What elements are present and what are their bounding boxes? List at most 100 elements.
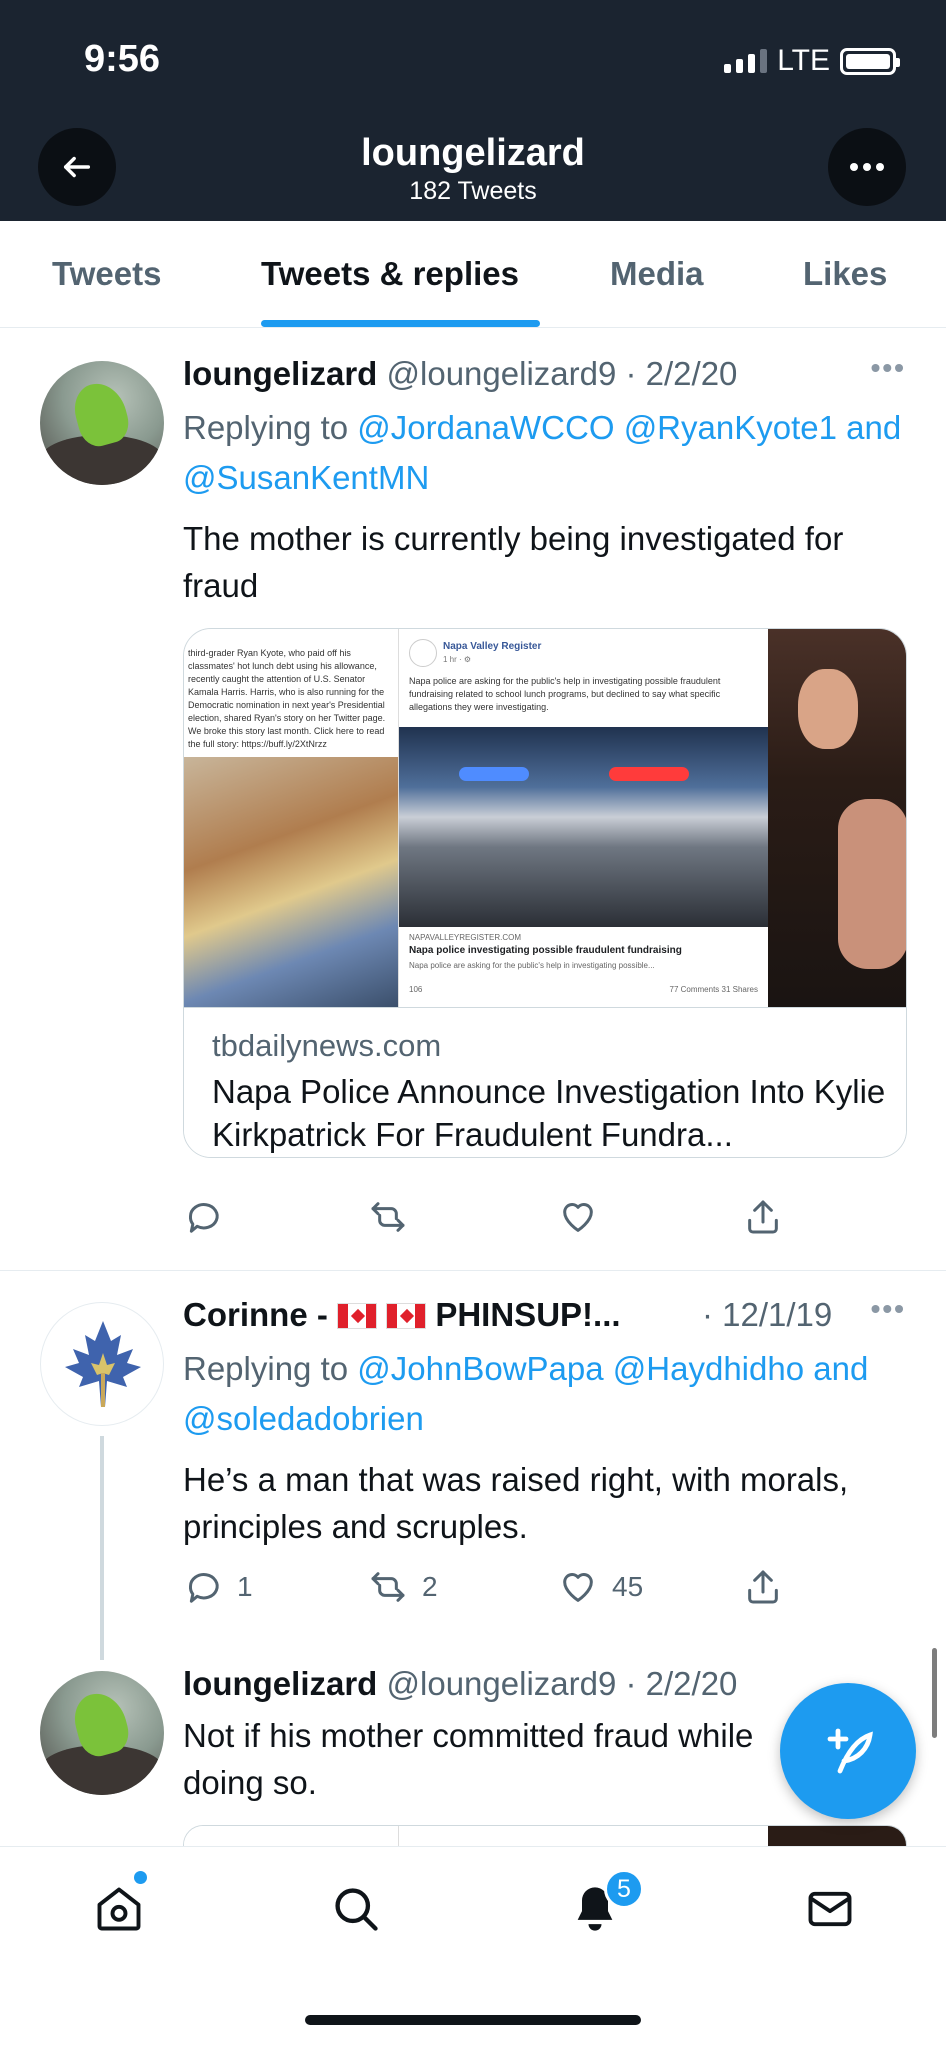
police-car-photo [399,727,769,927]
home-indicator[interactable] [305,2015,641,2025]
share-icon [748,1570,778,1604]
tweet-date: · 2/2/20 [625,355,738,392]
like-button[interactable] [558,1197,598,1237]
tab-tweets[interactable]: Tweets [52,255,161,293]
author-name-suffix[interactable]: PHINSUP!... [435,1296,620,1333]
replying-to: Replying to @JordanaWCCO @RyanKyote1 and… [183,403,903,503]
nav-home[interactable] [89,1879,149,1939]
canada-flag-icon [337,1303,377,1329]
retweet-icon [371,1202,405,1232]
caption-title: Napa police investigating possible fraud… [409,945,682,956]
tweet-text: The mother is currently being investigat… [183,520,844,604]
mail-icon [808,1891,852,1927]
caption-subtitle: Napa police are asking for the public's … [409,961,655,970]
link-domain: tbdailynews.com [212,1028,442,1063]
tweet-meta: loungelizard @loungelizard9 · 2/2/20 [183,1665,737,1703]
reply-icon [188,1203,219,1233]
tweet-divider [0,1270,946,1271]
mention-link[interactable]: @RyanKyote1 [624,409,837,446]
more-icon [850,163,884,171]
mention-link[interactable]: @SusanKentMN [183,459,429,496]
canada-flag-icon [386,1303,427,1329]
tweet-date: · 2/2/20 [625,1665,738,1702]
scrollbar[interactable] [932,1648,937,1738]
link-card[interactable]: third-grader Ryan Kyote, who paid off hi… [183,628,907,1158]
tweet-date: · 12/1/19 [702,1296,833,1333]
avatar[interactable] [40,1671,164,1795]
post-description: Napa police are asking for the public's … [409,676,721,712]
author-name[interactable]: loungelizard [183,1665,377,1702]
author-name[interactable]: loungelizard [183,355,377,392]
retweet-count: 2 [422,1571,438,1602]
engagement-count: 77 Comments 31 Shares [669,985,759,994]
photo-harris-kyote [184,757,398,1007]
retweet-button[interactable] [368,1197,408,1237]
battery-icon [840,47,900,75]
profile-tabs: Tweets Tweets & replies Media Likes [0,221,946,328]
avatar[interactable] [40,1302,164,1426]
avatar[interactable] [40,361,164,485]
source-time: 1 hr · ⚙ [443,655,472,664]
reaction-count: 106 [409,985,423,994]
profile-name: loungelizard [361,132,585,174]
screenshot-left-panel: third-grader Ryan Kyote, who paid off hi… [184,629,398,1007]
nav-search[interactable] [326,1879,386,1939]
share-icon [748,1200,778,1234]
share-button[interactable] [743,1567,783,1607]
tweet-count: 182 Tweets [409,177,537,205]
tweet-meta: loungelizard @loungelizard9 · 2/2/20 [183,355,737,393]
link-info[interactable]: tbdailynews.com Napa Police Announce Inv… [184,1007,906,1157]
notification-badge: 5 [604,1869,644,1909]
maple-leaf-avatar-icon [65,1321,141,1407]
reply-button[interactable]: 1 [183,1567,253,1607]
reply-count: 1 [237,1571,253,1602]
compose-tweet-button[interactable] [780,1683,916,1819]
like-button[interactable]: 45 [558,1567,643,1607]
search-icon [335,1888,378,1931]
network-label: LTE [777,44,830,77]
mention-link[interactable]: @Haydhidho [613,1350,804,1387]
tweet-date-wrap: · 12/1/19 [702,1296,832,1334]
reply-icon [188,1573,219,1603]
and-label: and [813,1350,869,1387]
tweet-options-icon[interactable]: ••• [871,352,906,384]
tab-likes[interactable]: Likes [803,255,887,293]
reply-button[interactable] [183,1197,223,1237]
profile-header: 9:56 LTE loungelizard 182 Tweets [0,0,946,221]
replying-to-label: Replying to [183,409,349,446]
tweet-options-icon[interactable]: ••• [871,1293,906,1325]
like-icon [563,1573,593,1602]
mention-link[interactable]: @JohnBowPapa [357,1350,603,1387]
status-time: 9:56 [84,38,161,80]
retweet-button[interactable]: 2 [368,1567,438,1607]
tweet-meta: Corinne - PHINSUP!... [183,1296,621,1334]
mention-link[interactable]: @soledadobrien [183,1400,424,1437]
like-count: 45 [612,1571,644,1602]
active-tab-indicator [261,320,540,327]
screenshot-facebook-post: Napa Valley Register 1 hr · ⚙ Napa polic… [398,629,769,1007]
tweet-actions [183,1197,903,1241]
tab-media[interactable]: Media [610,255,704,293]
home-icon [97,1887,141,1931]
author-name[interactable]: Corinne - [183,1296,328,1333]
tweet-actions: 1 2 45 [183,1567,903,1611]
more-button[interactable] [828,128,906,206]
tweet-text: Not if his mother committed fraud while … [183,1717,754,1801]
like-icon [563,1203,593,1232]
home-notification-dot [134,1871,147,1884]
photo-woman [768,629,906,1007]
link-card-image[interactable]: third-grader Ryan Kyote, who paid off hi… [184,629,906,1007]
replying-to-label: Replying to [183,1350,349,1387]
retweet-icon [371,1572,405,1602]
post-stats: 106 77 Comments 31 Shares [409,985,758,994]
signal-icon [724,49,768,73]
mention-link[interactable]: @JordanaWCCO [357,409,614,446]
caption-source: NAPAVALLEYREGISTER.COM [409,933,522,942]
nav-messages[interactable] [800,1879,860,1939]
tab-tweets-and-replies[interactable]: Tweets & replies [261,255,519,293]
status-indicators: LTE [724,44,900,78]
link-title: Napa Police Announce Investigation Into … [212,1073,886,1153]
share-button[interactable] [743,1197,783,1237]
thread-connector [100,1436,104,1660]
source-name: Napa Valley Register [443,641,542,652]
